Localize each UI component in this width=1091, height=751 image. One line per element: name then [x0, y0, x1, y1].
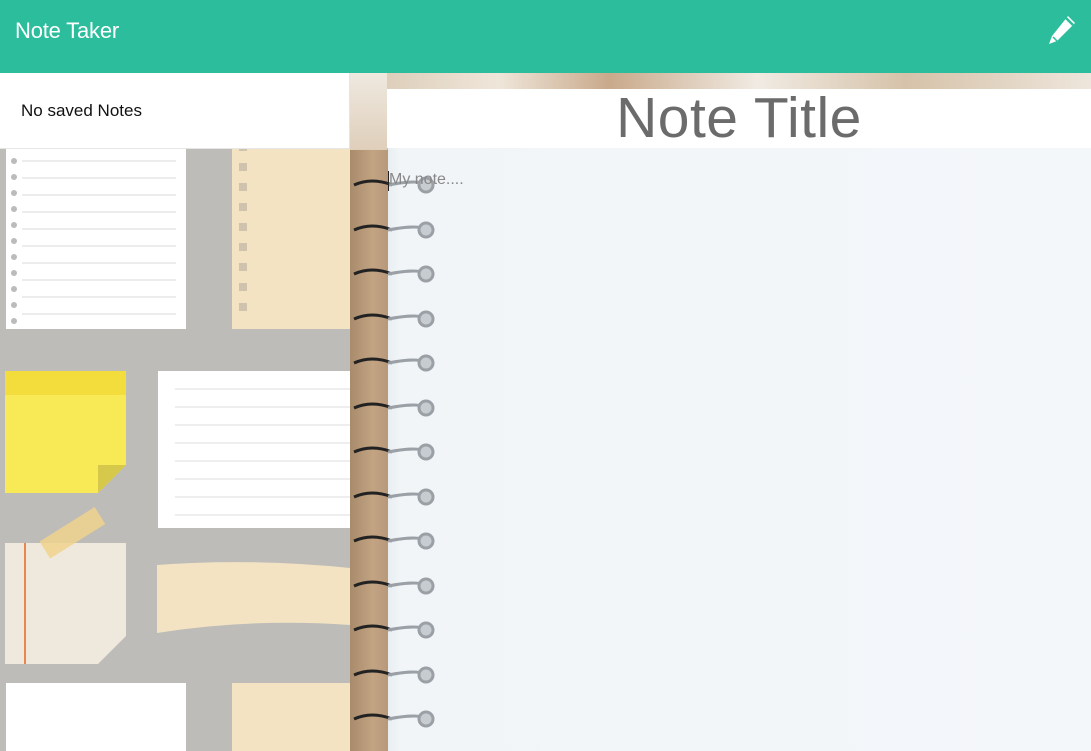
app-title[interactable]: Note Taker [15, 18, 119, 44]
sidebar-background [0, 73, 350, 751]
note-body-placeholder[interactable]: My note.... [389, 171, 464, 189]
empty-notes-message: No saved Notes [21, 101, 142, 120]
pencil-icon[interactable] [1046, 13, 1078, 47]
note-title-text[interactable]: Note Title [387, 85, 1091, 151]
notes-collage-image [5, 73, 350, 751]
navbar: Note Taker [0, 0, 1091, 73]
notebook-spiral [353, 176, 435, 728]
note-body-area[interactable] [388, 148, 1091, 751]
saved-notes-list: No saved Notes [0, 73, 349, 149]
